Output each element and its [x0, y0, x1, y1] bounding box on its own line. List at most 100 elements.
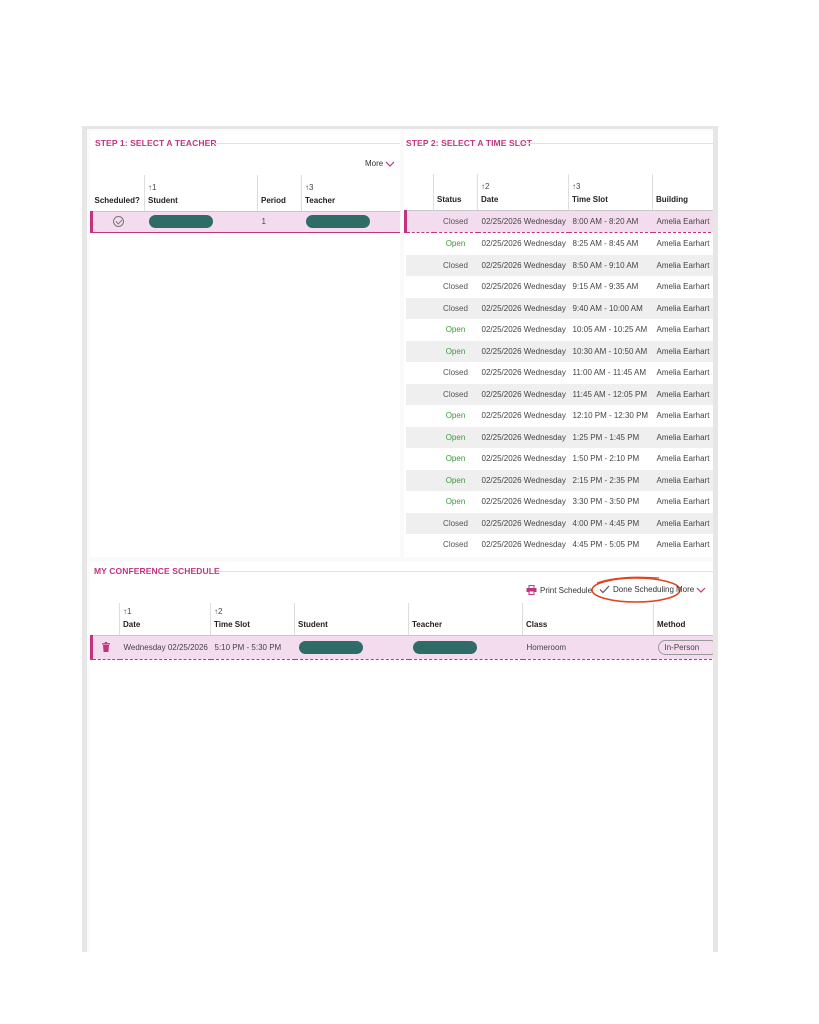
building-cell: Amelia Earhart — [652, 383, 713, 405]
building-cell: Amelia Earhart — [656, 368, 710, 378]
building-cell: Amelia Earhart — [652, 426, 713, 448]
status-cell: Closed — [433, 512, 478, 534]
col-scheduled[interactable]: Scheduled? — [91, 175, 145, 212]
col-sched-student[interactable]: Student — [294, 603, 409, 636]
time-slot-row[interactable]: Closed 02/25/2026 Wednesday 9:15 AM - 9:35… — [406, 276, 714, 298]
print-schedule-button[interactable]: Print Schedule — [526, 585, 592, 595]
building-cell: Amelia Earhart — [652, 512, 713, 534]
time-slot-row[interactable]: Closed 02/25/2026 Wednesday 8:00 AM - 8:20… — [404, 210, 713, 233]
date-cell: 02/25/2026 Wednesday — [477, 340, 569, 362]
time-slot-row[interactable]: Closed 02/25/2026 Wednesday 11:00 AM - 11:… — [406, 362, 714, 384]
sched-student-redacted — [298, 640, 363, 654]
step1-title: STEP 1: SELECT A TEACHER — [95, 138, 217, 148]
col-status[interactable]: Status — [433, 174, 478, 211]
time-slot-cell: 8:25 AM - 8:45 AM — [572, 239, 639, 249]
chevron-down-icon — [385, 161, 395, 167]
row-select-cell — [405, 340, 434, 362]
time-slot-row[interactable]: Closed 02/25/2026 Wednesday 11:45 AM - 12:… — [405, 383, 713, 405]
status-cell: Closed — [433, 383, 478, 405]
time-slot-cell: 4:45 PM - 5:05 PM — [572, 540, 640, 550]
building-cell: Amelia Earhart — [652, 469, 713, 491]
time-slot-row[interactable]: Open 02/25/2026 Wednesday 1:50 PM - 2:10 P… — [406, 448, 714, 470]
building-cell: Amelia Earhart — [656, 540, 710, 550]
row-select-cell — [406, 276, 434, 298]
date-cell: 02/25/2026 Wednesday — [477, 383, 569, 405]
time-slot-row[interactable]: Open 02/25/2026 Wednesday 3:30 PM - 3:50 P… — [406, 491, 714, 513]
row-select-cell — [405, 383, 434, 405]
schedule-title-divider — [219, 571, 713, 572]
row-select-cell — [405, 254, 434, 276]
col-sched-class[interactable]: Class — [522, 603, 654, 636]
schedule-title: MY CONFERENCE SCHEDULE — [94, 566, 220, 576]
time-slot-row[interactable]: Open 02/25/2026 Wednesday 12:10 PM - 12:30… — [406, 405, 714, 427]
status-cell: Closed — [443, 282, 468, 292]
time-slot-cell: 9:40 AM - 10:00 AM — [568, 297, 653, 319]
building-cell: Amelia Earhart — [656, 282, 710, 292]
building-cell: Amelia Earhart — [652, 340, 713, 362]
printer-icon — [526, 585, 537, 595]
sched-class-cell: Homeroom — [522, 635, 654, 660]
time-slot-row[interactable]: Open 02/25/2026 Wednesday 8:25 AM - 8:45 A… — [406, 233, 714, 255]
col-sched-method[interactable]: Method — [653, 603, 713, 636]
time-slot-table: Status ↑2 Date ↑3 Time Slot Building Close… — [404, 174, 714, 556]
time-slot-cell: 11:45 AM - 12:05 PM — [568, 383, 653, 405]
time-slot-cell: 1:25 PM - 1:45 PM — [568, 426, 653, 448]
col-student[interactable]: ↑1 Student — [144, 175, 258, 212]
date-cell: 02/25/2026 Wednesday — [481, 282, 566, 292]
app-frame: STEP 1: SELECT A TEACHER More Scheduled?… — [82, 126, 718, 952]
schedule-more-button[interactable]: More — [676, 585, 706, 594]
col-sched-time[interactable]: ↑2 Time Slot — [210, 603, 295, 636]
teacher-row[interactable]: 1 — [90, 210, 400, 233]
col-sched-teacher[interactable]: Teacher — [408, 603, 523, 636]
col-period[interactable]: Period — [257, 175, 302, 212]
time-slot-row[interactable]: Closed 02/25/2026 Wednesday 4:00 PM - 4:45… — [405, 512, 713, 534]
row-select-cell — [404, 210, 434, 233]
time-slot-row[interactable]: Open 02/25/2026 Wednesday 2:15 PM - 2:35 P… — [405, 469, 713, 491]
row-select-cell — [405, 469, 434, 491]
col-date[interactable]: ↑2 Date — [477, 174, 569, 211]
schedule-row[interactable]: Wednesday 02/25/2026 5:10 PM - 5:30 PM H… — [90, 635, 713, 660]
building-cell: Amelia Earhart — [656, 411, 710, 421]
trash-icon[interactable] — [102, 642, 111, 652]
time-slot-row[interactable]: Open 02/25/2026 Wednesday 1:25 PM - 1:45 P… — [405, 426, 713, 448]
status-cell: Closed — [433, 254, 478, 276]
date-cell: 02/25/2026 Wednesday — [477, 210, 569, 233]
step1-title-divider — [214, 143, 400, 144]
time-slot-row[interactable]: Closed 02/25/2026 Wednesday 8:50 AM - 9:10… — [405, 254, 713, 276]
annotation-circle — [591, 576, 681, 603]
step2-title: STEP 2: SELECT A TIME SLOT — [406, 138, 533, 148]
building-cell: Amelia Earhart — [652, 210, 713, 233]
teacher-table: Scheduled? ↑1 Student Period ↑3 Teacher 1 — [90, 175, 400, 233]
date-cell: 02/25/2026 Wednesday — [477, 512, 569, 534]
date-cell: 02/25/2026 Wednesday — [481, 368, 566, 378]
col-building[interactable]: Building — [652, 174, 713, 211]
time-slot-row[interactable]: Open 02/25/2026 Wednesday 10:30 AM - 10:50… — [405, 340, 713, 362]
status-cell: Closed — [443, 540, 468, 550]
scheduled-check-icon — [113, 216, 125, 227]
sched-time-cell: 5:10 PM - 5:30 PM — [210, 635, 295, 660]
building-cell: Amelia Earhart — [656, 239, 710, 249]
status-cell: Open — [433, 340, 478, 362]
step1-more-label: More — [365, 159, 384, 168]
method-select[interactable]: In-Person — [657, 639, 713, 655]
row-select-cell — [406, 448, 434, 470]
step2-panel: STEP 2: SELECT A TIME SLOT Status ↑2 Date… — [404, 131, 714, 557]
col-time-slot[interactable]: ↑3 Time Slot — [568, 174, 653, 211]
building-cell: Amelia Earhart — [656, 497, 710, 507]
time-slot-cell: 2:15 PM - 2:35 PM — [568, 469, 653, 491]
time-slot-row[interactable]: Closed 02/25/2026 Wednesday 4:45 PM - 5:05… — [406, 534, 714, 556]
date-cell: 02/25/2026 Wednesday — [477, 254, 569, 276]
status-cell: Closed — [433, 297, 478, 319]
time-slot-cell: 12:10 PM - 12:30 PM — [572, 411, 649, 421]
time-slot-row[interactable]: Open 02/25/2026 Wednesday 10:05 AM - 10:25… — [406, 319, 714, 341]
row-select-cell — [406, 491, 434, 513]
date-cell: 02/25/2026 Wednesday — [481, 454, 566, 464]
row-select-cell — [405, 297, 434, 319]
delete-cell[interactable] — [90, 635, 120, 660]
time-slot-cell: 10:30 AM - 10:50 AM — [568, 340, 653, 362]
time-slot-rows: Closed 02/25/2026 Wednesday 8:00 AM - 8:20… — [404, 210, 714, 556]
col-sched-date[interactable]: ↑1 Date — [119, 603, 211, 636]
step1-more-button[interactable]: More — [365, 159, 395, 168]
col-teacher[interactable]: ↑3 Teacher — [301, 175, 400, 212]
time-slot-row[interactable]: Closed 02/25/2026 Wednesday 9:40 AM - 10:0… — [405, 297, 713, 319]
